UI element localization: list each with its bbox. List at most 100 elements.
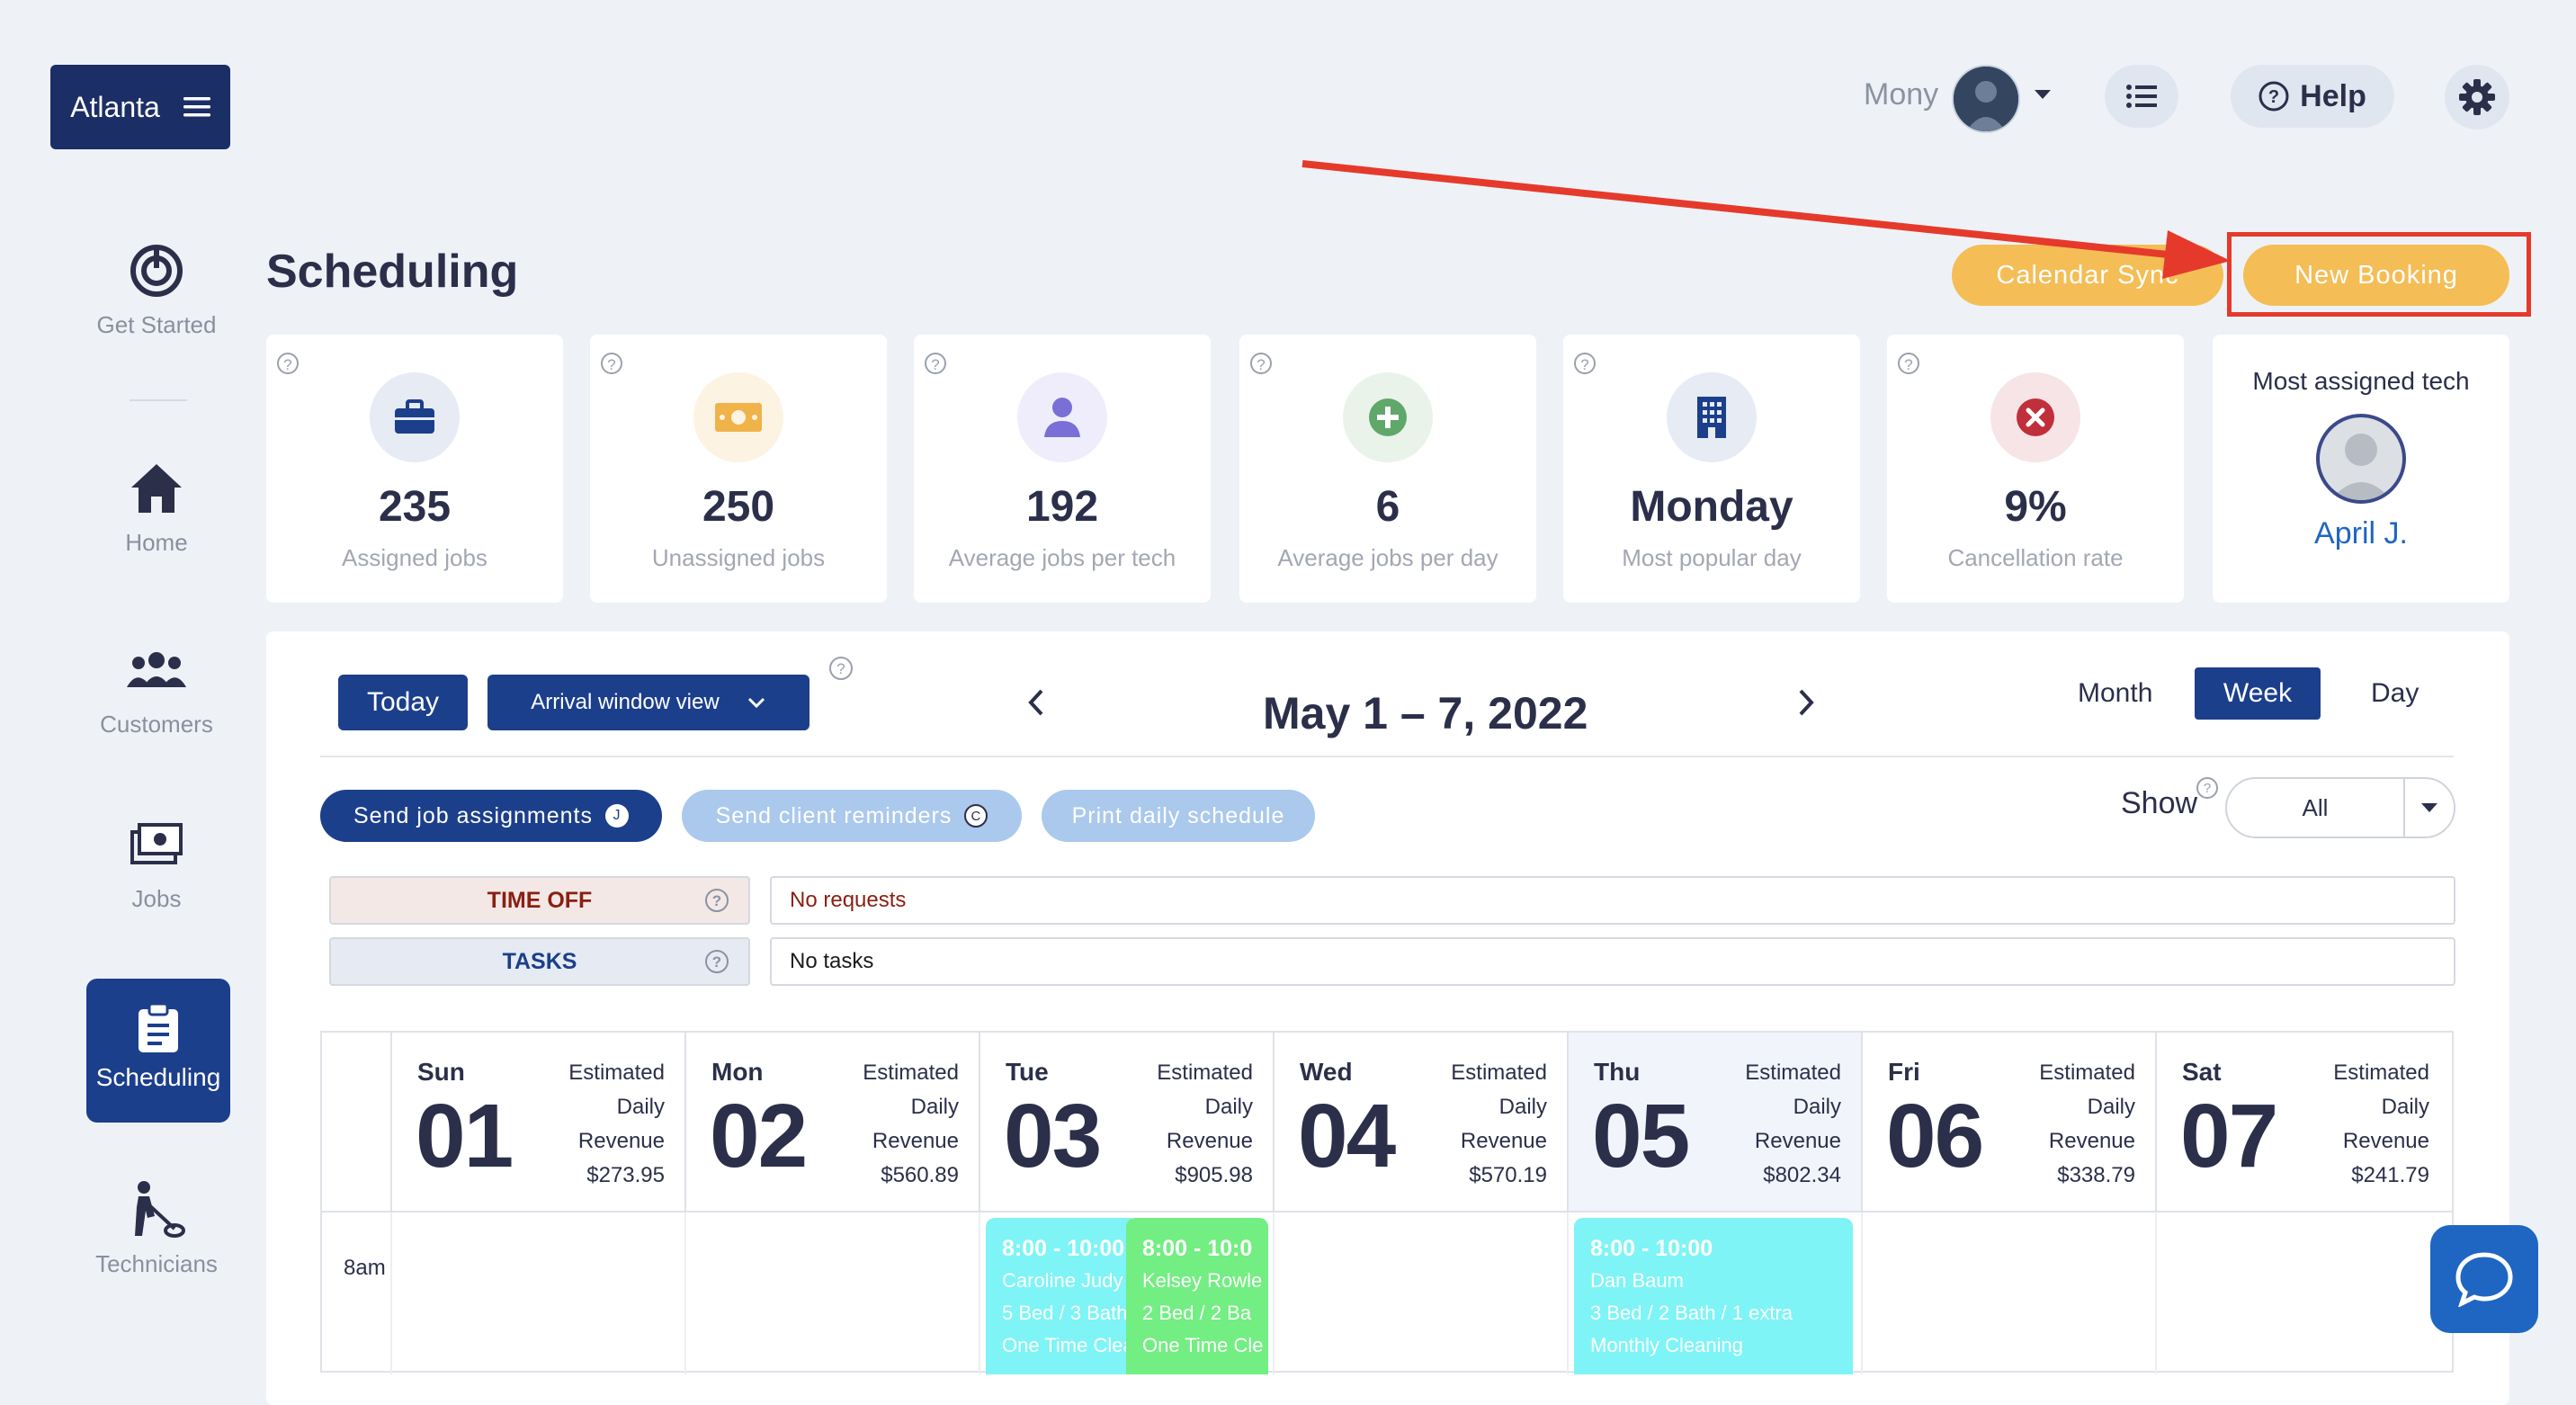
job-time: 8:00 - 10:00 [1590, 1236, 1713, 1261]
caret-down-icon [2405, 802, 2454, 813]
sidebar-divider [130, 399, 187, 401]
column-divider [684, 1213, 686, 1374]
info-icon[interactable]: ? [601, 353, 622, 374]
send-client-reminders-button[interactable]: Send client reminders C [682, 790, 1022, 842]
sidebar-item-home[interactable]: Home [50, 457, 263, 557]
month-view-tab[interactable]: Month [2078, 678, 2152, 709]
job-card-kelsey-rowle[interactable]: 8:00 - 10:0 Kelsey Rowle 2 Bed / 2 Ba On… [1126, 1218, 1268, 1374]
column-divider [1861, 1213, 1863, 1374]
revenue-value: $802.34 [1763, 1163, 1841, 1187]
info-icon[interactable]: ? [277, 353, 299, 374]
estimated-revenue: Estimated Daily Revenue $273.95 [568, 1060, 665, 1187]
info-icon[interactable]: ? [705, 950, 729, 973]
print-daily-schedule-button[interactable]: Print daily schedule [1042, 790, 1315, 842]
chevron-down-icon [747, 696, 766, 709]
help-button[interactable]: ? Help [2231, 65, 2394, 128]
info-icon[interactable]: ? [2196, 777, 2218, 799]
day-name: Sat [2182, 1058, 2222, 1086]
job-detail: 2 Bed / 2 Ba [1142, 1302, 1252, 1324]
stat-card-average-jobs-per-tech: ? 192 Average jobs per tech [914, 335, 1211, 603]
chat-bubble-icon [2455, 1251, 2514, 1307]
stat-card-average-jobs-per-day: ? 6 Average jobs per day [1239, 335, 1536, 603]
building-icon [1667, 372, 1757, 462]
tasks-label[interactable]: TASKS ? [329, 937, 750, 986]
list-view-button[interactable] [2105, 65, 2178, 128]
annotation-arrow [1301, 160, 2231, 279]
info-icon[interactable]: ? [1250, 353, 1272, 374]
stat-card-unassigned-jobs: ? 250 Unassigned jobs [590, 335, 887, 603]
day-number: 01 [416, 1086, 514, 1186]
sidebar-item-get-started[interactable]: Get Started [50, 239, 263, 339]
chat-support-button[interactable] [2430, 1225, 2538, 1333]
arrival-window-view-dropdown[interactable]: Arrival window view [487, 675, 809, 730]
day-header-wed[interactable]: Wed 04 Estimated Daily Revenue $570.19 [1273, 1033, 1567, 1213]
today-button[interactable]: Today [338, 675, 468, 730]
send-job-assignments-button[interactable]: Send job assignments J [320, 790, 662, 842]
plus-circle-icon [1343, 372, 1433, 462]
week-view-tab[interactable]: Week [2195, 667, 2321, 720]
day-header-sun[interactable]: Sun 01 Estimated Daily Revenue $273.95 [390, 1033, 684, 1213]
job-card-dan-baum[interactable]: 8:00 - 10:00 Dan Baum 3 Bed / 2 Bath / 1… [1574, 1218, 1853, 1374]
sidebar-item-jobs[interactable]: Jobs [50, 813, 263, 913]
job-time: 8:00 - 10:0 [1142, 1236, 1253, 1261]
day-header-thu[interactable]: Thu 05 Estimated Daily Revenue $802.34 [1567, 1033, 1861, 1213]
stat-value: 9% [2004, 483, 2067, 531]
column-divider [390, 1213, 392, 1374]
send-jobs-label: Send job assignments [353, 802, 593, 828]
show-filter-label: Show [2121, 786, 2198, 820]
jobs-icon [125, 813, 188, 876]
day-number: 04 [1298, 1086, 1396, 1186]
job-type: One Time Clea [1002, 1334, 1134, 1356]
next-week-chevron-icon[interactable] [1795, 687, 1817, 718]
gear-icon [2458, 78, 2496, 116]
day-view-tab[interactable]: Day [2371, 678, 2419, 709]
sidebar-item-label: Customers [100, 711, 213, 738]
info-icon[interactable]: ? [1574, 353, 1596, 374]
sidebar-item-customers[interactable]: Customers [50, 639, 263, 738]
tasks-label-text: TASKS [502, 948, 577, 974]
info-icon[interactable]: ? [925, 353, 946, 374]
stat-value: 250 [702, 483, 775, 531]
job-type: Monthly Cleaning [1590, 1334, 1743, 1356]
show-filter-value: All [2302, 793, 2329, 821]
time-off-content: No requests [770, 876, 2455, 925]
location-menu-button[interactable]: Atlanta [50, 65, 230, 149]
shortcut-badge: C [964, 804, 988, 828]
info-icon[interactable]: ? [705, 889, 729, 912]
sidebar-item-scheduling[interactable]: Scheduling [86, 979, 230, 1123]
day-name: Fri [1888, 1058, 1920, 1086]
clipboard-icon [137, 1002, 180, 1054]
most-assigned-name[interactable]: April J. [2213, 516, 2509, 551]
info-icon[interactable]: ? [1898, 353, 1919, 374]
sidebar-item-technicians[interactable]: Technicians [50, 1178, 263, 1278]
job-client: Kelsey Rowle [1142, 1269, 1263, 1292]
estimated-revenue: Estimated Daily Revenue $241.79 [2333, 1060, 2429, 1187]
stat-value: Monday [1630, 483, 1793, 531]
user-menu-chevron-icon[interactable] [2033, 88, 2053, 101]
briefcase-icon [370, 372, 460, 462]
tasks-content: No tasks [770, 937, 2455, 986]
revenue-value: $560.89 [881, 1163, 959, 1187]
day-header-tue[interactable]: Tue 03 Estimated Daily Revenue $905.98 [979, 1033, 1273, 1213]
technician-icon [125, 1178, 188, 1241]
most-assigned-title: Most assigned tech [2252, 367, 2470, 395]
tech-avatar [2316, 414, 2406, 504]
day-header-mon[interactable]: Mon 02 Estimated Daily Revenue $560.89 [684, 1033, 979, 1213]
power-icon [125, 239, 188, 302]
x-circle-icon [1990, 372, 2080, 462]
stat-card-most-assigned-tech: Most assigned tech April J. [2213, 335, 2509, 603]
sidebar-item-label: Home [125, 529, 188, 556]
job-card-caroline-judy[interactable]: 8:00 - 10:00 Caroline Judy 5 Bed / 3 Bat… [986, 1218, 1139, 1374]
day-header-sat[interactable]: Sat 07 Estimated Daily Revenue $241.79 [2155, 1033, 2449, 1213]
user-avatar[interactable] [1952, 65, 2020, 133]
previous-week-chevron-icon[interactable] [1025, 687, 1047, 718]
day-header-fri[interactable]: Fri 06 Estimated Daily Revenue $338.79 [1861, 1033, 2155, 1213]
estimated-revenue: Estimated Daily Revenue $560.89 [863, 1060, 959, 1187]
time-off-label[interactable]: TIME OFF ? [329, 876, 750, 925]
info-icon[interactable]: ? [829, 657, 853, 680]
day-number: 06 [1886, 1086, 1984, 1186]
settings-button[interactable] [2445, 65, 2509, 130]
list-icon [2126, 85, 2157, 108]
show-filter-select[interactable]: All [2225, 777, 2455, 838]
job-time: 8:00 - 10:00 [1002, 1236, 1125, 1261]
